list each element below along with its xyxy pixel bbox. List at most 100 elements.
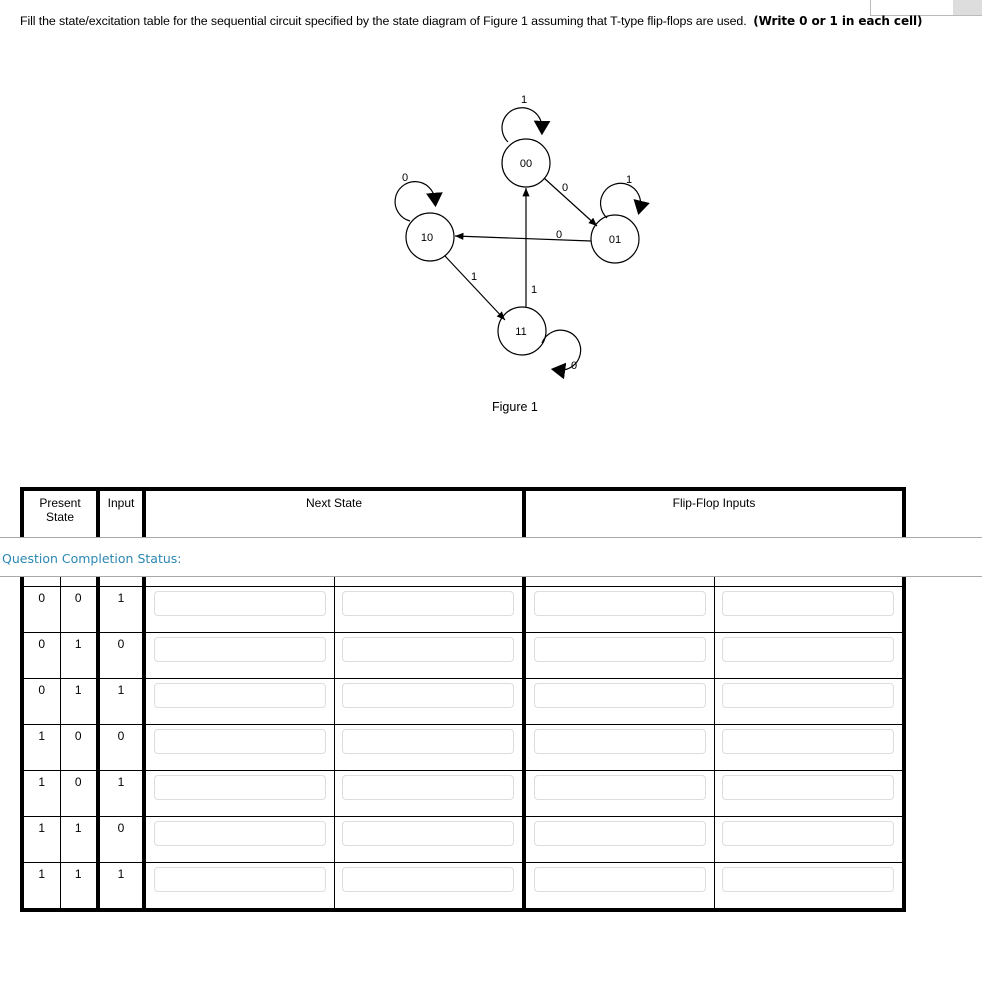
next-state-q1-input[interactable]	[153, 637, 326, 662]
next-state-q1-input[interactable]	[153, 821, 326, 846]
present-state-q1: 0	[21, 678, 61, 725]
next-state-q0-input[interactable]	[342, 591, 515, 616]
edge-00-01	[543, 177, 598, 227]
state-11: 11	[497, 306, 547, 356]
ff-input-t1[interactable]	[533, 867, 706, 892]
table-row: 011	[21, 678, 905, 725]
next-state-q0-input[interactable]	[342, 683, 515, 708]
table-row: 101	[21, 770, 905, 817]
present-state-q0: 0	[59, 724, 100, 771]
ff-cell-t0	[713, 862, 905, 911]
present-state-q1: 1	[21, 770, 61, 817]
label-loop-00: 1	[521, 94, 527, 106]
table-row: 001	[21, 586, 905, 633]
prompt-text: Fill the state/excitation table for the …	[20, 14, 747, 28]
present-state-q0: 1	[59, 816, 100, 863]
input-x: 1	[97, 770, 146, 817]
present-state-q1: 1	[21, 862, 61, 911]
ff-cell-t1	[523, 816, 715, 863]
next-state-q0-cell	[333, 586, 526, 633]
header-next-state: Next State	[143, 488, 526, 541]
ff-input-t1[interactable]	[533, 637, 706, 662]
edge-01-10	[454, 232, 592, 242]
input-x: 1	[97, 678, 146, 725]
ff-input-t0[interactable]	[722, 637, 895, 662]
ff-cell-t1	[523, 862, 715, 911]
next-state-q1-input[interactable]	[153, 729, 326, 754]
top-right-control-button[interactable]	[953, 0, 982, 15]
state-diagram: 00 01 10 11 1 0 1 0 0 1 0 1	[394, 94, 650, 380]
table-row: 010	[21, 632, 905, 679]
next-state-q0-cell	[333, 816, 526, 863]
next-state-q1-cell	[143, 586, 335, 633]
ff-cell-t1	[523, 632, 715, 679]
next-state-q1-input[interactable]	[153, 867, 326, 892]
loop-00	[501, 107, 551, 143]
present-state-q0: 1	[59, 678, 100, 725]
next-state-q1-cell	[143, 724, 335, 771]
completion-status-label: Question Completion Status:	[2, 551, 182, 566]
table-row: 100	[21, 724, 905, 771]
ff-input-t1[interactable]	[533, 821, 706, 846]
table-row: 110	[21, 816, 905, 863]
next-state-q0-cell	[333, 770, 526, 817]
question-prompt: Fill the state/excitation table for the …	[20, 14, 922, 28]
next-state-q0-cell	[333, 724, 526, 771]
next-state-q1-input[interactable]	[153, 683, 326, 708]
ff-input-t1[interactable]	[533, 591, 706, 616]
header-flip-flop-inputs: Flip-Flop Inputs	[523, 488, 905, 541]
next-state-q0-input[interactable]	[342, 637, 515, 662]
header-row: Present State Input Next State Flip-Flop…	[21, 488, 905, 541]
label-loop-11: 0	[571, 360, 577, 372]
present-state-q0: 0	[59, 770, 100, 817]
ff-input-t0[interactable]	[722, 775, 895, 800]
ff-input-t1[interactable]	[533, 729, 706, 754]
present-state-q0: 1	[59, 862, 100, 911]
next-state-q0-input[interactable]	[342, 821, 515, 846]
next-state-q0-cell	[333, 862, 526, 911]
completion-status-bar: Question Completion Status:	[0, 537, 982, 577]
present-state-q1: 0	[21, 586, 61, 633]
present-state-q1: 0	[21, 632, 61, 679]
ff-cell-t0	[713, 770, 905, 817]
state-11-label: 11	[515, 326, 526, 338]
state-01: 01	[590, 214, 640, 264]
next-state-q0-input[interactable]	[342, 775, 515, 800]
ff-input-t0[interactable]	[722, 591, 895, 616]
header-present-state: Present State	[21, 488, 100, 541]
table-row: 111	[21, 862, 905, 911]
input-x: 0	[97, 816, 146, 863]
next-state-q1-cell	[143, 678, 335, 725]
present-state-q1: 1	[21, 724, 61, 771]
ff-input-t0[interactable]	[722, 729, 895, 754]
next-state-q1-input[interactable]	[153, 591, 326, 616]
state-01-label: 01	[609, 234, 621, 246]
edge-10-11	[444, 255, 506, 321]
state-00: 00	[501, 138, 551, 188]
ff-cell-t0	[713, 586, 905, 633]
input-x: 0	[97, 724, 146, 771]
next-state-q1-input[interactable]	[153, 775, 326, 800]
input-x: 0	[97, 632, 146, 679]
ff-cell-t1	[523, 724, 715, 771]
state-10: 10	[405, 212, 455, 262]
next-state-q0-input[interactable]	[342, 867, 515, 892]
state-10-label: 10	[421, 232, 433, 244]
ff-cell-t0	[713, 678, 905, 725]
next-state-q0-input[interactable]	[342, 729, 515, 754]
label-edge-11-00: 1	[531, 284, 537, 296]
ff-cell-t1	[523, 586, 715, 633]
ff-input-t0[interactable]	[722, 821, 895, 846]
state-00-label: 00	[520, 158, 532, 170]
figure-caption: Figure 1	[492, 400, 538, 414]
next-state-q1-cell	[143, 770, 335, 817]
ff-input-t1[interactable]	[533, 775, 706, 800]
ff-cell-t0	[713, 816, 905, 863]
present-state-q0: 0	[59, 586, 100, 633]
ff-input-t1[interactable]	[533, 683, 706, 708]
ff-input-t0[interactable]	[722, 867, 895, 892]
loop-01	[600, 182, 650, 219]
ff-cell-t1	[523, 678, 715, 725]
next-state-q0-cell	[333, 678, 526, 725]
ff-input-t0[interactable]	[722, 683, 895, 708]
